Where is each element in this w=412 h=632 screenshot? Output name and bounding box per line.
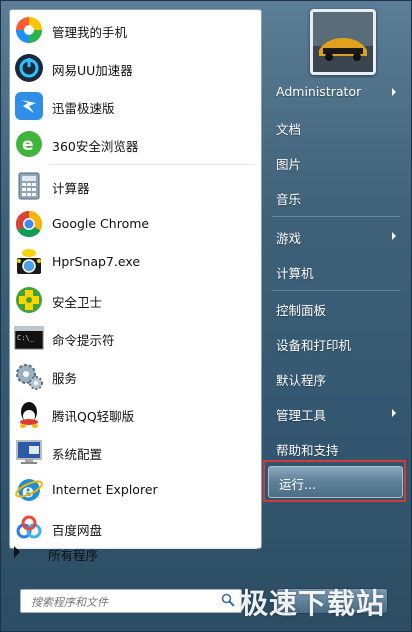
program-label: 网易UU加速器 xyxy=(52,63,133,78)
search-input[interactable] xyxy=(29,592,223,612)
submenu-arrow-icon xyxy=(392,88,396,96)
run-label: 运行... xyxy=(279,477,316,492)
cmd-icon: C:\_ xyxy=(14,323,44,353)
program-label: 360安全浏览器 xyxy=(52,139,139,154)
program-item-phone-manager[interactable]: 管理我的手机 xyxy=(10,12,261,48)
program-item-cmd[interactable]: C:\_ 命令提示符 xyxy=(10,320,261,356)
program-label: 安全卫士 xyxy=(52,295,103,310)
all-programs-label: 所有程序 xyxy=(48,548,99,563)
submenu-arrow-icon xyxy=(392,232,396,240)
program-item-ie[interactable]: e Internet Explorer xyxy=(10,472,261,508)
right-item-administrator[interactable]: Administrator xyxy=(276,84,361,99)
chrome-icon xyxy=(14,209,44,239)
svg-text:C:\_: C:\_ xyxy=(17,334,35,342)
program-item-msconfig[interactable]: 系统配置 xyxy=(10,434,261,470)
program-label: HprSnap7.exe xyxy=(52,254,141,269)
program-label: 管理我的手机 xyxy=(52,25,128,40)
baidu-netdisk-icon xyxy=(14,513,44,543)
program-label: Google Chrome xyxy=(52,216,150,231)
right-item-games[interactable]: 游戏 xyxy=(276,228,301,247)
divider xyxy=(50,164,254,165)
program-label: 命令提示符 xyxy=(52,333,115,348)
ie-icon: e xyxy=(14,475,44,505)
right-item-control-panel[interactable]: 控制面板 xyxy=(276,300,326,319)
program-item-uu[interactable]: 网易UU加速器 xyxy=(10,50,261,86)
program-item-security-guard[interactable]: 安全卫士 xyxy=(10,282,261,318)
msconfig-icon xyxy=(14,437,44,467)
user-avatar[interactable] xyxy=(310,9,376,75)
program-item-360-browser[interactable]: e 360安全浏览器 xyxy=(10,126,261,162)
program-item-qq[interactable]: 腾讯QQ轻聊版 xyxy=(10,396,261,432)
submenu-arrow-icon xyxy=(392,409,396,417)
divider xyxy=(272,290,400,291)
expand-arrow-icon xyxy=(14,546,20,558)
program-item-hypersnap[interactable]: HprSnap7.exe xyxy=(10,244,261,280)
program-label: 系统配置 xyxy=(52,447,103,462)
program-item-thunder[interactable]: 迅雷极速版 xyxy=(10,88,261,124)
right-item-help-support[interactable]: 帮助和支持 xyxy=(276,440,339,459)
search-icon[interactable] xyxy=(221,593,235,607)
360-browser-icon: e xyxy=(14,129,44,159)
search-box[interactable] xyxy=(20,589,242,613)
services-icon xyxy=(14,361,44,391)
right-item-computer[interactable]: 计算机 xyxy=(276,263,314,282)
phone-manager-icon xyxy=(14,15,44,45)
uu-accelerator-icon xyxy=(14,53,44,83)
security-guard-icon xyxy=(14,285,44,315)
right-item-music[interactable]: 音乐 xyxy=(276,189,301,208)
right-item-pictures[interactable]: 图片 xyxy=(276,154,301,173)
watermark: 极速下载站 xyxy=(240,587,386,620)
program-item-chrome[interactable]: Google Chrome xyxy=(10,206,261,242)
qq-icon xyxy=(14,399,44,429)
right-item-devices-printers[interactable]: 设备和打印机 xyxy=(276,335,351,354)
program-item-calculator[interactable]: 计算器 xyxy=(10,168,261,204)
divider xyxy=(272,216,400,217)
program-item-services[interactable]: 服务 xyxy=(10,358,261,394)
program-label: 服务 xyxy=(52,371,78,386)
hypersnap-icon xyxy=(14,247,44,277)
programs-pane: 管理我的手机 网易UU加速器 迅雷极速版 e 360安全浏览器 计算器 Goog… xyxy=(9,9,262,549)
program-label: Internet Explorer xyxy=(52,482,158,497)
right-item-documents[interactable]: 文档 xyxy=(276,119,301,138)
calculator-icon xyxy=(14,171,44,201)
program-label: 腾讯QQ轻聊版 xyxy=(52,409,135,424)
right-item-admin-tools[interactable]: 管理工具 xyxy=(276,405,326,424)
program-item-baidu-netdisk[interactable]: 百度网盘 xyxy=(10,510,261,546)
program-label: 百度网盘 xyxy=(52,523,103,538)
start-menu: 管理我的手机 网易UU加速器 迅雷极速版 e 360安全浏览器 计算器 Goog… xyxy=(0,0,412,632)
program-label: 迅雷极速版 xyxy=(52,101,115,116)
right-item-default-programs[interactable]: 默认程序 xyxy=(276,370,326,389)
thunder-icon xyxy=(14,91,44,121)
run-button[interactable]: 运行... xyxy=(268,466,403,498)
run-highlight: 运行... xyxy=(263,460,406,502)
svg-text:e: e xyxy=(22,135,34,155)
program-label: 计算器 xyxy=(52,181,90,196)
all-programs-button[interactable]: 所有程序 xyxy=(0,542,251,564)
